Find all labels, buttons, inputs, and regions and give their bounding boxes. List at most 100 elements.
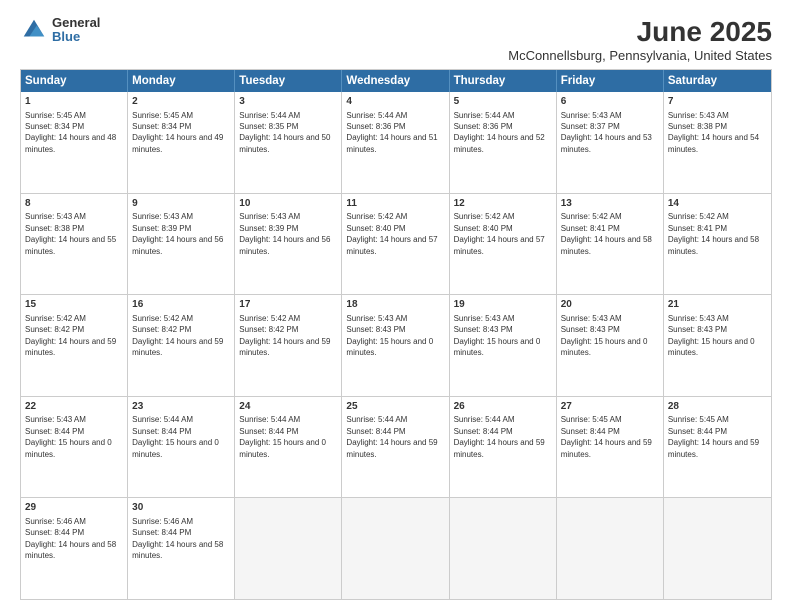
cal-cell: 20Sunrise: 5:43 AM Sunset: 8:43 PM Dayli… xyxy=(557,295,664,396)
cal-cell: 24Sunrise: 5:44 AM Sunset: 8:44 PM Dayli… xyxy=(235,397,342,498)
day-number: 13 xyxy=(561,197,659,211)
day-number: 24 xyxy=(239,400,337,414)
cal-cell xyxy=(664,498,771,599)
page: General Blue June 2025 McConnellsburg, P… xyxy=(0,0,792,612)
cal-cell: 4 Sunrise: 5:44 AM Sunset: 8:36 PM Daylig… xyxy=(342,92,449,193)
logo-general-label: General xyxy=(52,16,100,30)
cell-daylight-info: Sunrise: 5:44 AM Sunset: 8:36 PM Dayligh… xyxy=(454,111,545,154)
day-number: 3 xyxy=(239,95,337,109)
cal-cell: 21Sunrise: 5:43 AM Sunset: 8:43 PM Dayli… xyxy=(664,295,771,396)
cell-daylight-info: Sunrise: 5:46 AM Sunset: 8:44 PM Dayligh… xyxy=(132,517,223,560)
day-number: 21 xyxy=(668,298,767,312)
cal-cell: 13Sunrise: 5:42 AM Sunset: 8:41 PM Dayli… xyxy=(557,194,664,295)
cell-daylight-info: Sunrise: 5:43 AM Sunset: 8:37 PM Dayligh… xyxy=(561,111,652,154)
cal-header-day: Sunday xyxy=(21,70,128,92)
cal-cell: 8Sunrise: 5:43 AM Sunset: 8:38 PM Daylig… xyxy=(21,194,128,295)
cell-daylight-info: Sunrise: 5:42 AM Sunset: 8:42 PM Dayligh… xyxy=(132,314,223,357)
day-number: 19 xyxy=(454,298,552,312)
day-number: 30 xyxy=(132,501,230,515)
day-number: 28 xyxy=(668,400,767,414)
cal-cell: 18Sunrise: 5:43 AM Sunset: 8:43 PM Dayli… xyxy=(342,295,449,396)
cal-cell: 27Sunrise: 5:45 AM Sunset: 8:44 PM Dayli… xyxy=(557,397,664,498)
cal-cell: 30 Sunrise: 5:46 AM Sunset: 8:44 PM Dayli… xyxy=(128,498,235,599)
cell-daylight-info: Sunrise: 5:43 AM Sunset: 8:39 PM Dayligh… xyxy=(239,212,330,255)
cell-daylight-info: Sunrise: 5:43 AM Sunset: 8:38 PM Dayligh… xyxy=(668,111,759,154)
day-number: 5 xyxy=(454,95,552,109)
day-number: 4 xyxy=(346,95,444,109)
cal-cell: 6 Sunrise: 5:43 AM Sunset: 8:37 PM Daylig… xyxy=(557,92,664,193)
day-number: 6 xyxy=(561,95,659,109)
cell-daylight-info: Sunrise: 5:43 AM Sunset: 8:39 PM Dayligh… xyxy=(132,212,223,255)
cal-header-day: Saturday xyxy=(664,70,771,92)
cal-cell xyxy=(342,498,449,599)
cell-daylight-info: Sunrise: 5:43 AM Sunset: 8:44 PM Dayligh… xyxy=(25,415,112,458)
cell-daylight-info: Sunrise: 5:44 AM Sunset: 8:35 PM Dayligh… xyxy=(239,111,330,154)
cell-daylight-info: Sunrise: 5:42 AM Sunset: 8:40 PM Dayligh… xyxy=(346,212,437,255)
cal-week-row: 8Sunrise: 5:43 AM Sunset: 8:38 PM Daylig… xyxy=(21,193,771,295)
cell-daylight-info: Sunrise: 5:43 AM Sunset: 8:43 PM Dayligh… xyxy=(346,314,433,357)
cell-daylight-info: Sunrise: 5:42 AM Sunset: 8:40 PM Dayligh… xyxy=(454,212,545,255)
cal-cell: 10Sunrise: 5:43 AM Sunset: 8:39 PM Dayli… xyxy=(235,194,342,295)
day-number: 8 xyxy=(25,197,123,211)
day-number: 10 xyxy=(239,197,337,211)
cell-daylight-info: Sunrise: 5:45 AM Sunset: 8:34 PM Dayligh… xyxy=(25,111,116,154)
logo-icon xyxy=(20,16,48,44)
cal-cell: 7Sunrise: 5:43 AM Sunset: 8:38 PM Daylig… xyxy=(664,92,771,193)
cal-cell: 9Sunrise: 5:43 AM Sunset: 8:39 PM Daylig… xyxy=(128,194,235,295)
cell-daylight-info: Sunrise: 5:42 AM Sunset: 8:41 PM Dayligh… xyxy=(668,212,759,255)
cell-daylight-info: Sunrise: 5:43 AM Sunset: 8:38 PM Dayligh… xyxy=(25,212,116,255)
cal-week-row: 1 Sunrise: 5:45 AM Sunset: 8:34 PM Daylig… xyxy=(21,92,771,193)
cal-cell: 26Sunrise: 5:44 AM Sunset: 8:44 PM Dayli… xyxy=(450,397,557,498)
cal-week-row: 22Sunrise: 5:43 AM Sunset: 8:44 PM Dayli… xyxy=(21,396,771,498)
day-number: 15 xyxy=(25,298,123,312)
day-number: 1 xyxy=(25,95,123,109)
cal-cell: 2Sunrise: 5:45 AM Sunset: 8:34 PM Daylig… xyxy=(128,92,235,193)
title-block: June 2025 McConnellsburg, Pennsylvania, … xyxy=(508,16,772,63)
cal-cell: 28Sunrise: 5:45 AM Sunset: 8:44 PM Dayli… xyxy=(664,397,771,498)
cell-daylight-info: Sunrise: 5:42 AM Sunset: 8:42 PM Dayligh… xyxy=(239,314,330,357)
day-number: 26 xyxy=(454,400,552,414)
cal-cell xyxy=(235,498,342,599)
header: General Blue June 2025 McConnellsburg, P… xyxy=(20,16,772,63)
cell-daylight-info: Sunrise: 5:42 AM Sunset: 8:42 PM Dayligh… xyxy=(25,314,116,357)
cell-daylight-info: Sunrise: 5:42 AM Sunset: 8:41 PM Dayligh… xyxy=(561,212,652,255)
cal-cell xyxy=(450,498,557,599)
cal-header-day: Wednesday xyxy=(342,70,449,92)
cal-cell: 12Sunrise: 5:42 AM Sunset: 8:40 PM Dayli… xyxy=(450,194,557,295)
cal-cell: 25Sunrise: 5:44 AM Sunset: 8:44 PM Dayli… xyxy=(342,397,449,498)
cell-daylight-info: Sunrise: 5:45 AM Sunset: 8:34 PM Dayligh… xyxy=(132,111,223,154)
day-number: 22 xyxy=(25,400,123,414)
cal-cell: 3 Sunrise: 5:44 AM Sunset: 8:35 PM Daylig… xyxy=(235,92,342,193)
cell-daylight-info: Sunrise: 5:43 AM Sunset: 8:43 PM Dayligh… xyxy=(454,314,541,357)
cal-cell: 23Sunrise: 5:44 AM Sunset: 8:44 PM Dayli… xyxy=(128,397,235,498)
cal-cell: 16 Sunrise: 5:42 AM Sunset: 8:42 PM Dayli… xyxy=(128,295,235,396)
day-number: 12 xyxy=(454,197,552,211)
day-number: 11 xyxy=(346,197,444,211)
cal-header-day: Monday xyxy=(128,70,235,92)
cal-cell: 19 Sunrise: 5:43 AM Sunset: 8:43 PM Dayli… xyxy=(450,295,557,396)
cell-daylight-info: Sunrise: 5:44 AM Sunset: 8:36 PM Dayligh… xyxy=(346,111,437,154)
subtitle: McConnellsburg, Pennsylvania, United Sta… xyxy=(508,48,772,63)
cal-cell: 5 Sunrise: 5:44 AM Sunset: 8:36 PM Daylig… xyxy=(450,92,557,193)
cell-daylight-info: Sunrise: 5:43 AM Sunset: 8:43 PM Dayligh… xyxy=(561,314,648,357)
cell-daylight-info: Sunrise: 5:45 AM Sunset: 8:44 PM Dayligh… xyxy=(561,415,652,458)
logo: General Blue xyxy=(20,16,100,45)
cell-daylight-info: Sunrise: 5:44 AM Sunset: 8:44 PM Dayligh… xyxy=(239,415,326,458)
cal-cell: 22Sunrise: 5:43 AM Sunset: 8:44 PM Dayli… xyxy=(21,397,128,498)
day-number: 16 xyxy=(132,298,230,312)
day-number: 25 xyxy=(346,400,444,414)
day-number: 27 xyxy=(561,400,659,414)
cal-cell: 15 Sunrise: 5:42 AM Sunset: 8:42 PM Dayli… xyxy=(21,295,128,396)
cal-cell: 14Sunrise: 5:42 AM Sunset: 8:41 PM Dayli… xyxy=(664,194,771,295)
cal-week-row: 29Sunrise: 5:46 AM Sunset: 8:44 PM Dayli… xyxy=(21,497,771,599)
cal-cell: 11Sunrise: 5:42 AM Sunset: 8:40 PM Dayli… xyxy=(342,194,449,295)
cal-cell xyxy=(557,498,664,599)
cell-daylight-info: Sunrise: 5:46 AM Sunset: 8:44 PM Dayligh… xyxy=(25,517,116,560)
day-number: 14 xyxy=(668,197,767,211)
cal-week-row: 15 Sunrise: 5:42 AM Sunset: 8:42 PM Dayli… xyxy=(21,294,771,396)
cal-header-day: Friday xyxy=(557,70,664,92)
main-title: June 2025 xyxy=(508,16,772,48)
cell-daylight-info: Sunrise: 5:44 AM Sunset: 8:44 PM Dayligh… xyxy=(132,415,219,458)
cell-daylight-info: Sunrise: 5:45 AM Sunset: 8:44 PM Dayligh… xyxy=(668,415,759,458)
logo-blue-label: Blue xyxy=(52,30,100,44)
